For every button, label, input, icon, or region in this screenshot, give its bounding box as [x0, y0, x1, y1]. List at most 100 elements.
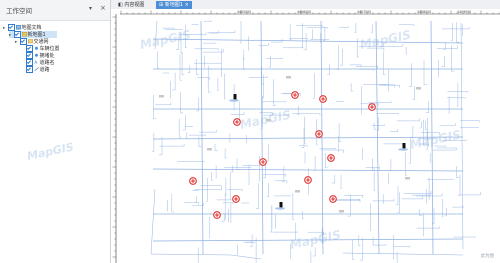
congestion-marker — [213, 211, 221, 219]
local-road — [303, 33, 307, 51]
local-road — [172, 72, 176, 91]
watermark-text: MapGIS — [409, 128, 462, 152]
local-road — [327, 64, 330, 75]
local-road — [275, 214, 276, 229]
local-road — [171, 193, 175, 213]
local-road — [432, 149, 456, 151]
local-road — [356, 65, 378, 69]
local-road — [255, 237, 257, 263]
local-road — [267, 144, 269, 162]
local-road — [200, 185, 222, 188]
arterial-road — [260, 20, 264, 255]
close-tab-icon[interactable]: × — [185, 2, 189, 8]
local-road — [270, 206, 273, 233]
local-road — [436, 45, 458, 49]
local-road — [281, 166, 285, 183]
local-road — [202, 49, 224, 53]
map-view[interactable]: 4405000 4406000 4407000 4408000 4409000 … — [111, 9, 500, 263]
local-road — [159, 144, 185, 147]
local-road — [229, 133, 231, 143]
congestion-marker — [189, 177, 197, 185]
local-road — [304, 116, 306, 144]
local-road — [289, 38, 308, 40]
local-road — [207, 65, 211, 93]
local-road — [344, 195, 364, 198]
local-road — [325, 153, 328, 168]
local-road — [423, 59, 427, 85]
local-road — [224, 148, 227, 159]
local-road — [266, 57, 284, 59]
local-road — [222, 202, 234, 205]
vehicle-layer — [229, 94, 408, 210]
local-road — [230, 111, 245, 115]
local-road — [177, 160, 205, 162]
local-road — [376, 113, 399, 115]
road-name-tag — [295, 190, 300, 193]
local-road — [352, 239, 355, 260]
local-road — [263, 174, 286, 177]
local-road — [258, 42, 269, 46]
local-road — [405, 151, 408, 176]
local-road — [248, 75, 268, 78]
tab-map[interactable]: ⊞ 新地图1 × — [156, 1, 192, 9]
tab-content-view[interactable]: ◧ 内容视图 — [115, 1, 147, 9]
local-road — [321, 149, 344, 153]
local-road — [180, 92, 184, 114]
watermark-text: MapGIS — [26, 140, 75, 163]
local-road — [439, 123, 456, 127]
local-road — [411, 192, 432, 196]
local-road — [224, 193, 226, 220]
local-road — [371, 24, 373, 34]
local-road — [419, 121, 422, 129]
local-road — [456, 166, 459, 178]
local-road — [299, 145, 308, 148]
local-road — [221, 214, 225, 222]
local-road — [155, 102, 172, 106]
arterial-road — [152, 168, 464, 172]
local-road — [197, 77, 210, 80]
congestion-marker — [259, 158, 267, 166]
local-road — [242, 164, 260, 166]
road-name-tag — [266, 119, 271, 122]
local-road — [153, 94, 157, 120]
local-road — [379, 84, 401, 88]
congestion-marker — [304, 176, 312, 184]
local-road — [441, 27, 470, 30]
local-road — [194, 196, 197, 203]
local-road — [392, 235, 394, 260]
local-road — [340, 174, 343, 189]
local-road — [178, 118, 182, 138]
road-name-tag — [207, 148, 212, 151]
local-road — [273, 79, 276, 106]
local-road — [395, 185, 399, 206]
ruler-label: 4405000 — [237, 10, 251, 14]
local-road — [452, 205, 464, 208]
local-road — [162, 72, 169, 74]
local-road — [312, 73, 315, 99]
road-name-tag — [405, 177, 410, 180]
local-road — [331, 175, 336, 184]
local-road — [373, 167, 376, 191]
local-road — [236, 158, 240, 170]
local-road — [456, 22, 460, 43]
watermark-layer: MapGIS — [26, 140, 75, 163]
local-road — [354, 22, 357, 34]
local-road — [211, 172, 213, 181]
local-road — [313, 247, 316, 257]
congestion-marker — [315, 130, 323, 138]
local-road — [313, 156, 316, 171]
local-road — [302, 23, 304, 48]
local-road — [194, 188, 222, 190]
local-road — [427, 178, 454, 180]
congestion-marker — [232, 195, 240, 203]
local-road — [207, 30, 236, 33]
local-road — [398, 24, 415, 27]
local-road — [347, 194, 351, 217]
local-road — [268, 55, 271, 68]
local-road — [361, 147, 363, 160]
local-road — [396, 118, 420, 122]
local-road — [262, 101, 287, 103]
local-road — [263, 164, 266, 179]
local-road — [292, 113, 321, 116]
local-road — [302, 211, 304, 220]
